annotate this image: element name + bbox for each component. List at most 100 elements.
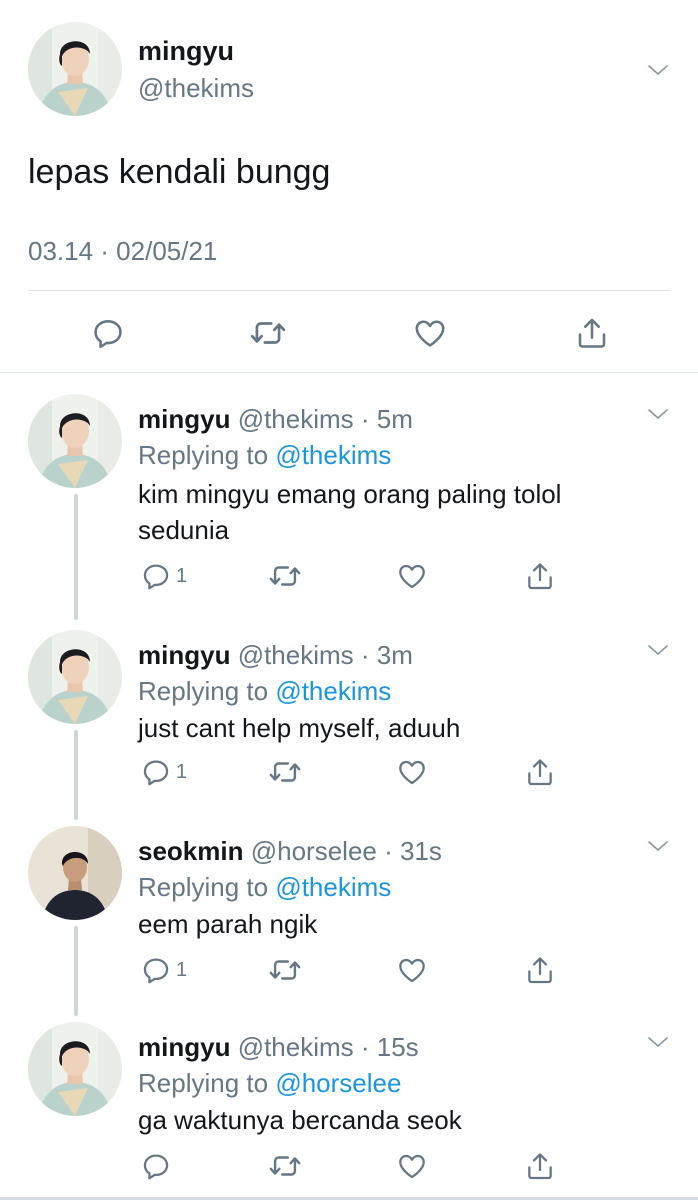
chevron-down-icon[interactable] (646, 638, 670, 662)
author-name[interactable]: mingyu (138, 1032, 230, 1062)
reply-text-line: sedunia (138, 515, 230, 545)
reply-header: seokmin @horselee · 31s (138, 836, 442, 867)
reply-icon (140, 954, 172, 986)
reply-actions: 1 (138, 950, 658, 990)
author-handle-time[interactable]: @horselee · 31s (251, 836, 442, 866)
like-icon (412, 315, 448, 351)
mention-link[interactable]: @thekims (275, 676, 391, 706)
avatar-image (28, 394, 122, 488)
reply-count: 1 (176, 958, 188, 981)
retweet-icon (249, 314, 287, 352)
reply-text: just cant help myself, aduuh (138, 710, 658, 746)
tweet-actions (0, 310, 698, 356)
like-button[interactable] (410, 310, 450, 356)
reply-button[interactable]: 1 (140, 950, 187, 990)
reply-count: 1 (176, 564, 188, 587)
share-icon (574, 315, 610, 351)
reply-actions (138, 1146, 658, 1186)
chevron-down-icon[interactable] (646, 402, 670, 426)
reply-text-line: eem parah ngik (138, 909, 318, 939)
reply-button[interactable]: 1 (140, 556, 187, 596)
like-icon (396, 560, 428, 592)
author-handle-time[interactable]: @thekims · 5m (238, 404, 413, 434)
reply-tweet[interactable]: mingyu @thekims · 15s Replying to @horse… (0, 1022, 698, 1197)
share-icon (524, 756, 556, 788)
share-button[interactable] (524, 556, 556, 596)
mention-link[interactable]: @thekims (275, 872, 391, 902)
avatar[interactable] (28, 22, 122, 116)
like-button[interactable] (396, 556, 428, 596)
reply-text-line: kim mingyu emang orang paling tolol (138, 479, 562, 509)
like-icon (396, 756, 428, 788)
avatar[interactable] (28, 630, 122, 724)
reply-header: mingyu @thekims · 15s (138, 1032, 419, 1063)
avatar[interactable] (28, 826, 122, 920)
replying-to-label: Replying to (138, 676, 276, 706)
chevron-down-icon[interactable] (646, 58, 670, 82)
avatar-image (28, 1022, 122, 1116)
avatar[interactable] (28, 394, 122, 488)
reply-tweet[interactable]: mingyu @thekims · 5m Replying to @thekim… (0, 394, 698, 624)
avatar-image (28, 22, 122, 116)
reply-header: mingyu @thekims · 3m (138, 640, 413, 671)
divider (28, 290, 670, 291)
retweet-icon (268, 1149, 302, 1183)
reply-text: eem parah ngik (138, 906, 658, 942)
reply-icon (140, 560, 172, 592)
reply-count: 1 (176, 760, 188, 783)
share-button[interactable] (524, 1146, 556, 1186)
retweet-icon (268, 953, 302, 987)
author-handle-time[interactable]: @thekims · 3m (238, 640, 413, 670)
chevron-down-icon[interactable] (646, 834, 670, 858)
like-button[interactable] (396, 752, 428, 792)
reply-button[interactable] (88, 310, 128, 356)
tweet-text: lepas kendali bungg (28, 153, 331, 191)
mention-link[interactable]: @horselee (275, 1068, 401, 1098)
like-button[interactable] (396, 950, 428, 990)
author-name[interactable]: mingyu (138, 404, 230, 434)
tweet-timestamp[interactable]: 03.14 · 02/05/21 (28, 236, 217, 267)
reply-tweet[interactable]: mingyu @thekims · 3m Replying to @thekim… (0, 630, 698, 820)
retweet-button[interactable] (268, 950, 302, 990)
reply-text-line: just cant help myself, aduuh (138, 713, 461, 743)
share-button[interactable] (524, 752, 556, 792)
reply-header: mingyu @thekims · 5m (138, 404, 413, 435)
share-icon (524, 1150, 556, 1182)
replying-to-label: Replying to (138, 440, 276, 470)
retweet-button[interactable] (248, 310, 288, 356)
replying-to-label: Replying to (138, 872, 276, 902)
mention-link[interactable]: @thekims (275, 440, 391, 470)
reply-button[interactable]: 1 (140, 752, 187, 792)
share-icon (524, 560, 556, 592)
replying-to: Replying to @thekims (138, 676, 391, 707)
reply-icon (140, 1150, 172, 1182)
author-name[interactable]: seokmin (138, 836, 244, 866)
like-button[interactable] (396, 1146, 428, 1186)
chevron-down-icon[interactable] (646, 1030, 670, 1054)
avatar-image (28, 826, 122, 920)
reply-text: kim mingyu emang orang paling tolol sedu… (138, 476, 658, 548)
retweet-icon (268, 755, 302, 789)
reply-icon (90, 315, 126, 351)
reply-text-line: ga waktunya bercanda seok (138, 1105, 462, 1135)
share-button[interactable] (572, 310, 612, 356)
reply-icon (140, 756, 172, 788)
share-button[interactable] (524, 950, 556, 990)
replying-to: Replying to @horselee (138, 1068, 401, 1099)
author-name[interactable]: mingyu (138, 640, 230, 670)
reply-button[interactable] (140, 1146, 176, 1186)
avatar[interactable] (28, 1022, 122, 1116)
share-icon (524, 954, 556, 986)
reply-tweet[interactable]: seokmin @horselee · 31s Replying to @the… (0, 826, 698, 1016)
retweet-button[interactable] (268, 1146, 302, 1186)
like-icon (396, 1150, 428, 1182)
author-handle[interactable]: @thekims (138, 73, 254, 104)
author-handle-time[interactable]: @thekims · 15s (238, 1032, 419, 1062)
retweet-button[interactable] (268, 556, 302, 596)
retweet-icon (268, 559, 302, 593)
section-divider (0, 372, 698, 373)
author-name[interactable]: mingyu (138, 36, 234, 67)
main-tweet: mingyu @thekims lepas kendali bungg 03.1… (0, 0, 698, 372)
retweet-button[interactable] (268, 752, 302, 792)
replying-to-label: Replying to (138, 1068, 276, 1098)
